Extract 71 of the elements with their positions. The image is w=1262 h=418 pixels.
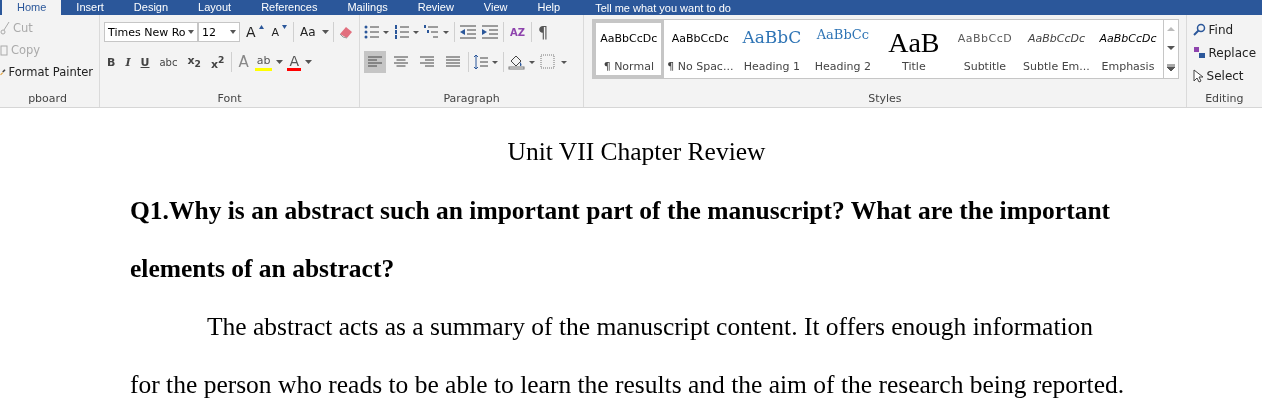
style-item[interactable]: AaBbC Heading 1 (736, 20, 808, 78)
down-triangle-icon (282, 25, 288, 29)
format-button[interactable]: x$^{2}$ (207, 53, 228, 71)
ribbon-tab[interactable]: Layout (183, 0, 247, 15)
align-lines-icon (368, 56, 382, 68)
align-lines-icon (420, 56, 434, 68)
numbered-list-icon[interactable] (394, 24, 420, 40)
search-icon (1192, 23, 1206, 36)
select-button[interactable]: Select (1190, 65, 1258, 86)
ribbon-tab[interactable]: Design (118, 0, 184, 15)
ribbon-tab[interactable]: Review (402, 0, 469, 15)
paint-bucket-icon[interactable] (508, 54, 536, 70)
ribbon-tab[interactable]: View (468, 0, 523, 15)
group-label: Styles (867, 92, 903, 107)
change-case-button[interactable]: Aa (298, 23, 318, 41)
style-item[interactable]: AaBbCcD Subtitle (949, 20, 1021, 78)
shrink-font-button[interactable]: A (269, 23, 290, 41)
format-button[interactable]: U (137, 53, 153, 71)
style-item[interactable]: AaBbCcDc Subtle Em... (1020, 20, 1093, 78)
copy-icon (0, 44, 8, 56)
question-text: Q1.Why is an abstract such an important part of the manuscript? What are the important elements of an abstract? (130, 195, 1112, 285)
format-painter-button[interactable]: Format Painter (0, 63, 95, 81)
align-lines-icon (394, 56, 408, 68)
find-button[interactable]: Find (1190, 19, 1258, 40)
scissors-icon (0, 21, 10, 35)
multilevel-list-icon[interactable] (424, 24, 450, 40)
decrease-indent-icon[interactable] (459, 25, 477, 39)
format-button[interactable]: B (104, 53, 119, 71)
eraser-icon[interactable] (337, 25, 354, 39)
paintbrush-icon (0, 66, 6, 78)
up-triangle-icon (258, 25, 264, 29)
bullet-list-icon[interactable] (364, 24, 390, 40)
group-label: pboard (27, 92, 68, 107)
cursor-arrow-icon (1192, 68, 1204, 83)
style-item[interactable]: AaB Title (878, 20, 950, 78)
style-item[interactable]: AaBbCcDc Emphasis (1092, 20, 1164, 78)
replace-button[interactable]: Replace (1190, 42, 1258, 63)
font-color-button[interactable]: A (287, 53, 301, 71)
grow-font-button[interactable]: A (244, 23, 266, 41)
style-item[interactable]: AaBbCcDc ¶ No Spac... (664, 20, 737, 78)
group-label: Paragraph (442, 92, 501, 107)
ribbon-tab[interactable]: Home (2, 0, 62, 15)
replace-icon (1192, 46, 1206, 59)
scroll-down-icon (1167, 45, 1176, 51)
tell-me-search[interactable]: Tell me what you want to do (595, 2, 731, 15)
caret-icon (321, 30, 329, 34)
ribbon-tab[interactable]: Insert (61, 0, 119, 15)
document-title: Unit VII Chapter Review (506, 136, 767, 168)
caret-icon (305, 60, 312, 64)
style-item[interactable]: AaBbCc Heading 2 (807, 20, 879, 78)
increase-indent-icon[interactable] (481, 25, 499, 39)
more-styles-icon (1167, 63, 1176, 72)
format-button[interactable]: x$_{2}$ (184, 53, 204, 71)
caret-icon (276, 60, 284, 64)
group-label: Editing (1204, 92, 1245, 107)
show-formatting-button[interactable]: ¶ (536, 23, 551, 41)
ribbon-tab[interactable]: References (246, 0, 333, 15)
ribbon-tab[interactable]: Help (522, 0, 576, 15)
highlight-button[interactable]: ab (254, 53, 273, 71)
sort-button[interactable]: AZ (508, 23, 527, 41)
style-item[interactable]: AaBbCcDc ¶ Normal (593, 20, 665, 78)
align-lines-icon (446, 56, 460, 68)
ribbon-tab[interactable]: Mailings (332, 0, 403, 15)
scroll-up-icon (1167, 26, 1176, 33)
format-button[interactable]: I (122, 53, 134, 71)
format-button[interactable]: abc (156, 53, 181, 71)
font-name-field[interactable]: Times New Ro (104, 22, 198, 42)
answer-paragraph: The abstract acts as a summary of the manuscript content. It offers enough information for the person who reads to be able to learn the results and the aim of the research being reported. (130, 311, 1126, 401)
group-label: Font (216, 92, 243, 107)
font-size-field[interactable]: 12 (198, 22, 240, 42)
line-spacing-icon[interactable] (473, 54, 499, 70)
